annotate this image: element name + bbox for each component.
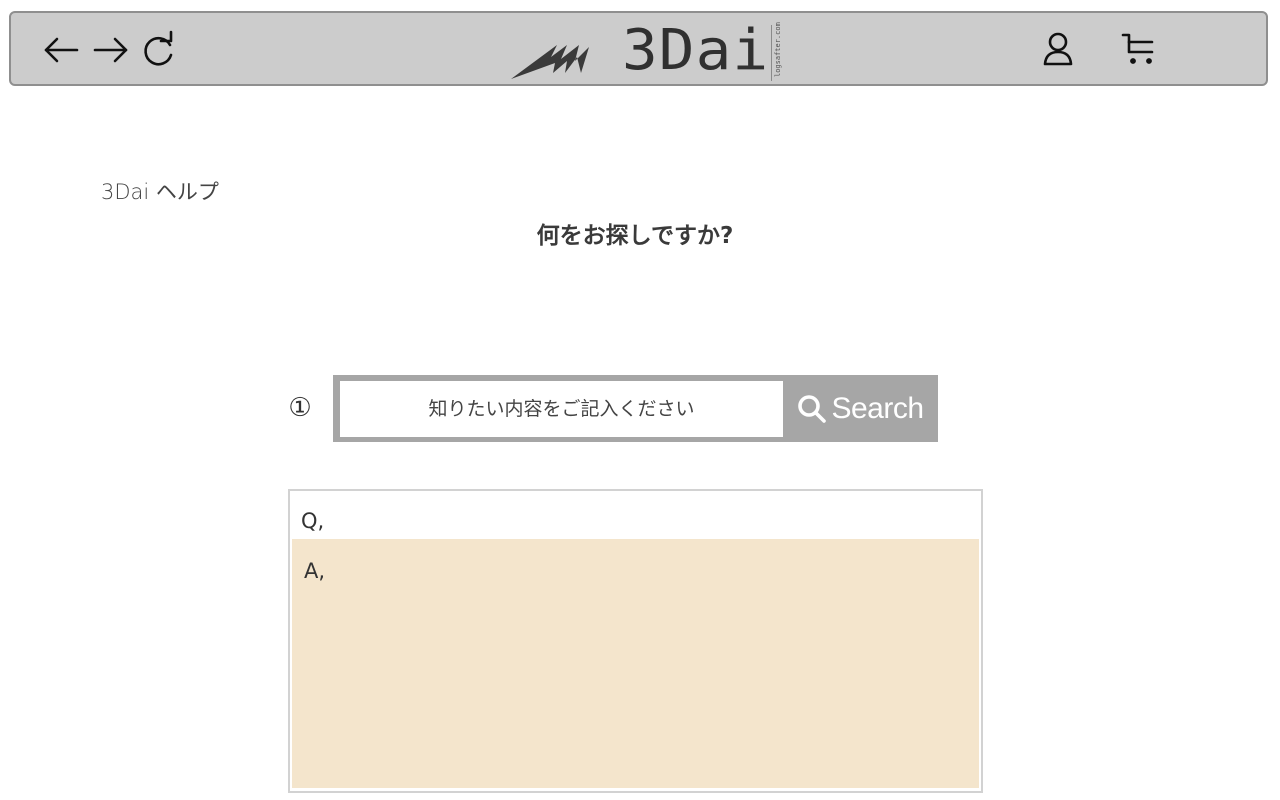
forward-arrow-icon[interactable] (91, 30, 131, 70)
faq-answer-label: A, (304, 559, 326, 583)
faq-question-label: Q, (301, 509, 325, 533)
faq-answer-area: A, (292, 539, 979, 788)
user-icon[interactable] (1038, 30, 1078, 70)
logo-tagline: logsafter.com (774, 22, 782, 77)
search-button-label: Search (831, 391, 924, 425)
cart-icon[interactable] (1119, 30, 1159, 70)
search-icon (798, 394, 827, 423)
reload-icon[interactable] (139, 30, 179, 70)
back-arrow-icon[interactable] (41, 30, 81, 70)
step-number-label: ① (288, 393, 312, 423)
search-bar: Search (333, 375, 938, 442)
faq-panel: Q, A, (288, 489, 983, 793)
3dai-logo[interactable]: 3Dai logsafter.com (509, 17, 789, 85)
help-page-title: 3Dai ヘルプ (101, 180, 219, 204)
search-input[interactable] (340, 381, 783, 437)
logo-tagline-divider: logsafter.com (771, 22, 786, 81)
top-navigation-bar: 3Dai logsafter.com (9, 11, 1268, 86)
search-button[interactable]: Search (783, 375, 938, 442)
logo-wordmark: 3Dai (622, 18, 770, 83)
page-heading: 何をお探しですか? (536, 223, 734, 249)
logo-slash-mark-icon (511, 45, 589, 79)
